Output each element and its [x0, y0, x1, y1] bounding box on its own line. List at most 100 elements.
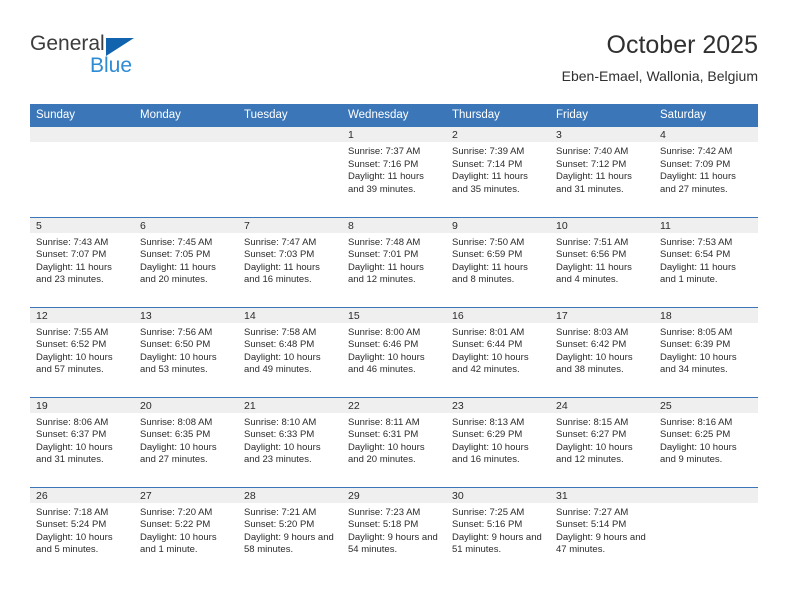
weekday-header-saturday: Saturday	[654, 104, 758, 127]
calendar-day-cell[interactable]: 16 Sunrise: 8:01 AM Sunset: 6:44 PM Dayligh…	[446, 306, 550, 397]
calendar-day-cell[interactable]: 24 Sunrise: 8:15 AM Sunset: 6:27 PM Dayligh…	[550, 396, 654, 487]
day-details: Sunrise: 7:18 AM Sunset: 5:24 PM Daylight:…	[30, 503, 134, 557]
calendar-page: General Blue October 2025 Eben-Emael, Wa…	[0, 0, 792, 612]
day-number: 2	[446, 127, 550, 142]
day-details: Sunrise: 8:16 AM Sunset: 6:25 PM Daylight:…	[654, 413, 758, 467]
day-details: Sunrise: 7:42 AM Sunset: 7:09 PM Daylight:…	[654, 142, 758, 196]
day-number: 16	[446, 307, 550, 323]
day-number: 10	[550, 217, 654, 233]
sunset-text: Sunset: 6:42 PM	[556, 339, 627, 351]
calendar-day-cell[interactable]: 1 Sunrise: 7:37 AM Sunset: 7:16 PM Daylight…	[342, 127, 446, 217]
sunset-text: Sunset: 6:50 PM	[140, 339, 211, 351]
sunrise-text: Sunrise: 8:11 AM	[348, 416, 420, 428]
calendar-day-cell[interactable]: 7 Sunrise: 7:47 AM Sunset: 7:03 PM Daylight…	[238, 216, 342, 307]
day-number	[134, 127, 238, 142]
daylight-text: Daylight: 10 hours and 23 minutes.	[244, 441, 321, 466]
day-number: 31	[550, 487, 654, 503]
daylight-text: Daylight: 10 hours and 53 minutes.	[140, 351, 217, 376]
weekday-header-tuesday: Tuesday	[238, 104, 342, 127]
daylight-text: Daylight: 11 hours and 39 minutes.	[348, 171, 424, 195]
daylight-text: Daylight: 11 hours and 35 minutes.	[452, 171, 528, 195]
daylight-text: Daylight: 11 hours and 8 minutes.	[452, 261, 528, 286]
calendar-day-cell[interactable]: 27 Sunrise: 7:20 AM Sunset: 5:22 PM Dayligh…	[134, 486, 238, 577]
calendar-day-cell[interactable]: 4 Sunrise: 7:42 AM Sunset: 7:09 PM Daylight…	[654, 127, 758, 217]
brand-name-general: General	[30, 32, 105, 55]
calendar-day-cell[interactable]: 31 Sunrise: 7:27 AM Sunset: 5:14 PM Dayligh…	[550, 486, 654, 577]
calendar-day-cell[interactable]: 5 Sunrise: 7:43 AM Sunset: 7:07 PM Daylight…	[30, 216, 134, 307]
sunset-text: Sunset: 6:39 PM	[660, 339, 731, 351]
calendar-day-cell[interactable]: 12 Sunrise: 7:55 AM Sunset: 6:52 PM Dayligh…	[30, 306, 134, 397]
sunrise-text: Sunrise: 7:37 AM	[348, 146, 421, 157]
sunrise-text: Sunrise: 7:40 AM	[556, 146, 629, 157]
day-number: 19	[30, 397, 134, 413]
calendar-day-cell[interactable]: 26 Sunrise: 7:18 AM Sunset: 5:24 PM Dayligh…	[30, 486, 134, 577]
calendar-day-cell[interactable]: 19 Sunrise: 8:06 AM Sunset: 6:37 PM Dayligh…	[30, 396, 134, 487]
day-details: Sunrise: 8:08 AM Sunset: 6:35 PM Daylight:…	[134, 413, 238, 467]
daylight-text: Daylight: 9 hours and 47 minutes.	[556, 531, 646, 556]
calendar-day-cell[interactable]: 11 Sunrise: 7:53 AM Sunset: 6:54 PM Dayligh…	[654, 216, 758, 307]
calendar-day-cell[interactable]: 15 Sunrise: 8:00 AM Sunset: 6:46 PM Dayligh…	[342, 306, 446, 397]
sunset-text: Sunset: 6:31 PM	[348, 429, 419, 441]
calendar-day-cell[interactable]: 30 Sunrise: 7:25 AM Sunset: 5:16 PM Dayligh…	[446, 486, 550, 577]
calendar-day-cell[interactable]: 17 Sunrise: 8:03 AM Sunset: 6:42 PM Dayligh…	[550, 306, 654, 397]
day-number: 15	[342, 307, 446, 323]
sunrise-text: Sunrise: 7:25 AM	[452, 506, 525, 518]
daylight-text: Daylight: 10 hours and 42 minutes.	[452, 351, 529, 376]
calendar-day-cell[interactable]: 6 Sunrise: 7:45 AM Sunset: 7:05 PM Daylight…	[134, 216, 238, 307]
calendar-day-cell[interactable]: 8 Sunrise: 7:48 AM Sunset: 7:01 PM Daylight…	[342, 216, 446, 307]
calendar-day-cell[interactable]: 9 Sunrise: 7:50 AM Sunset: 6:59 PM Daylight…	[446, 216, 550, 307]
sunrise-text: Sunrise: 8:05 AM	[660, 326, 733, 338]
day-number: 25	[654, 397, 758, 413]
calendar-day-cell[interactable]: 29 Sunrise: 7:23 AM Sunset: 5:18 PM Dayligh…	[342, 486, 446, 577]
calendar-day-cell[interactable]: 2 Sunrise: 7:39 AM Sunset: 7:14 PM Daylight…	[446, 127, 550, 217]
day-number: 17	[550, 307, 654, 323]
calendar-day-cell[interactable]: 18 Sunrise: 8:05 AM Sunset: 6:39 PM Dayligh…	[654, 306, 758, 397]
calendar-day-cell[interactable]: 25 Sunrise: 8:16 AM Sunset: 6:25 PM Dayligh…	[654, 396, 758, 487]
sunrise-text: Sunrise: 8:10 AM	[244, 416, 317, 428]
sunset-text: Sunset: 5:20 PM	[244, 519, 315, 531]
day-number: 28	[238, 487, 342, 503]
calendar-day-cell[interactable]: 28 Sunrise: 7:21 AM Sunset: 5:20 PM Dayligh…	[238, 486, 342, 577]
day-details: Sunrise: 8:00 AM Sunset: 6:46 PM Daylight:…	[342, 323, 446, 377]
sunset-text: Sunset: 6:59 PM	[452, 249, 523, 261]
sunset-text: Sunset: 5:18 PM	[348, 519, 419, 531]
daylight-text: Daylight: 11 hours and 27 minutes.	[660, 171, 736, 195]
day-number: 4	[654, 127, 758, 142]
sunset-text: Sunset: 6:27 PM	[556, 429, 627, 441]
location-subtitle: Eben-Emael, Wallonia, Belgium	[561, 68, 758, 84]
daylight-text: Daylight: 9 hours and 54 minutes.	[348, 531, 438, 556]
day-details: Sunrise: 7:40 AM Sunset: 7:12 PM Daylight:…	[550, 142, 654, 196]
sunrise-text: Sunrise: 7:27 AM	[556, 506, 629, 518]
sunrise-text: Sunrise: 8:01 AM	[452, 326, 525, 338]
sunset-text: Sunset: 7:07 PM	[36, 249, 107, 261]
sunset-text: Sunset: 7:03 PM	[244, 249, 315, 261]
day-details: Sunrise: 7:50 AM Sunset: 6:59 PM Daylight:…	[446, 233, 550, 287]
sunset-text: Sunset: 6:35 PM	[140, 429, 211, 441]
calendar-day-cell[interactable]: 14 Sunrise: 7:58 AM Sunset: 6:48 PM Dayligh…	[238, 306, 342, 397]
sunset-text: Sunset: 7:09 PM	[660, 158, 731, 170]
calendar-day-cell[interactable]: 10 Sunrise: 7:51 AM Sunset: 6:56 PM Dayligh…	[550, 216, 654, 307]
calendar-empty-cell	[30, 127, 134, 217]
day-number: 23	[446, 397, 550, 413]
calendar-day-cell[interactable]: 3 Sunrise: 7:40 AM Sunset: 7:12 PM Daylight…	[550, 127, 654, 217]
sunset-text: Sunset: 6:54 PM	[660, 249, 731, 261]
sunrise-text: Sunrise: 7:47 AM	[244, 236, 317, 248]
sunset-text: Sunset: 6:25 PM	[660, 429, 731, 441]
calendar-day-cell[interactable]: 23 Sunrise: 8:13 AM Sunset: 6:29 PM Dayligh…	[446, 396, 550, 487]
day-number: 26	[30, 487, 134, 503]
sunrise-text: Sunrise: 8:16 AM	[660, 416, 733, 428]
calendar-day-cell[interactable]: 13 Sunrise: 7:56 AM Sunset: 6:50 PM Dayligh…	[134, 306, 238, 397]
sunset-text: Sunset: 6:29 PM	[452, 429, 523, 441]
calendar-day-cell[interactable]: 22 Sunrise: 8:11 AM Sunset: 6:31 PM Dayligh…	[342, 396, 446, 487]
daylight-text: Daylight: 10 hours and 20 minutes.	[348, 441, 425, 466]
day-details: Sunrise: 7:58 AM Sunset: 6:48 PM Daylight:…	[238, 323, 342, 377]
sunrise-text: Sunrise: 7:51 AM	[556, 236, 629, 248]
daylight-text: Daylight: 11 hours and 23 minutes.	[36, 261, 112, 286]
day-details: Sunrise: 7:37 AM Sunset: 7:16 PM Daylight:…	[342, 142, 446, 196]
calendar-day-cell[interactable]: 21 Sunrise: 8:10 AM Sunset: 6:33 PM Dayligh…	[238, 396, 342, 487]
calendar-empty-cell	[134, 127, 238, 217]
calendar-day-cell[interactable]: 20 Sunrise: 8:08 AM Sunset: 6:35 PM Dayligh…	[134, 396, 238, 487]
sunrise-text: Sunrise: 7:39 AM	[452, 146, 525, 157]
brand-logo[interactable]: General Blue	[30, 32, 230, 82]
sunrise-text: Sunrise: 8:08 AM	[140, 416, 213, 428]
